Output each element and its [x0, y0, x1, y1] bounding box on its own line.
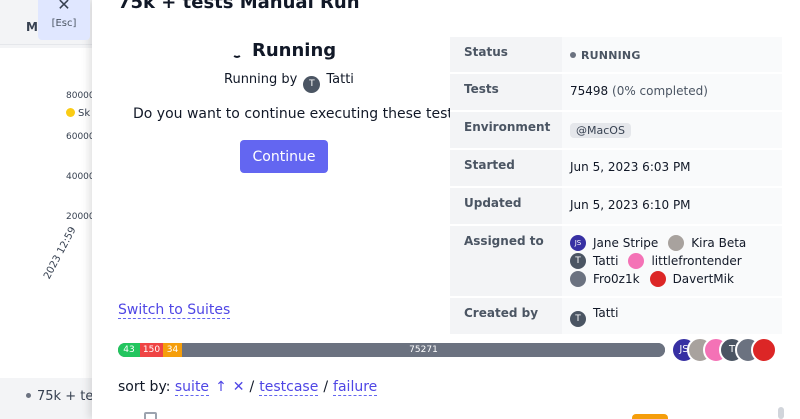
info-value: Jun 5, 2023 6:03 PM [562, 150, 782, 186]
clear-sort-icon[interactable]: ✕ [233, 379, 245, 395]
tests-count: 75498 [570, 84, 609, 98]
avatar: JS [570, 234, 586, 251]
assignee: Fro0z1k [570, 270, 640, 287]
sort-testcase-link[interactable]: testcase [259, 379, 319, 396]
spinner-icon [232, 48, 242, 58]
status-heading-label: Running [252, 40, 337, 61]
bullet-icon [26, 393, 31, 398]
info-value: T Tatti [562, 298, 782, 334]
background-chart: Sk 80000 60000 40000 20000 [0, 48, 95, 378]
created-by-user: Tatti [593, 306, 619, 320]
avatar: T [570, 311, 586, 327]
avatar [668, 234, 685, 251]
separator: / [249, 379, 255, 395]
info-row-status: Status RUNNING [450, 37, 782, 74]
clipboard-icon [144, 412, 157, 419]
scrollbar[interactable] [778, 407, 784, 419]
info-label: Created by [450, 298, 562, 334]
tests-percent: (0% completed) [612, 84, 708, 98]
sort-ascending-icon[interactable]: ↑ [215, 379, 227, 395]
info-value: 75498 (0% completed) [562, 74, 782, 110]
switch-to-suites-link[interactable]: Switch to Suites [118, 302, 231, 319]
background-page: Manual Sk 80000 60000 40000 20000 2023 1… [0, 0, 95, 419]
avatar: T [303, 76, 321, 93]
info-row-created: Created by T Tatti [450, 298, 782, 336]
separator: / [323, 379, 329, 395]
avatar [751, 337, 777, 363]
assignee: JS Jane Stripe [570, 234, 658, 251]
assignee-name: DavertMik [672, 271, 734, 286]
info-value: RUNNING [562, 37, 782, 72]
assignee-avatar-stack[interactable]: JS T [671, 337, 781, 363]
continue-question: Do you want to continue executing these … [133, 106, 468, 122]
test-progress-bar: 43 150 34 75271 [118, 343, 665, 357]
legend-dot-icon [66, 108, 75, 117]
info-label: Environment [450, 112, 562, 148]
info-label: Updated [450, 188, 562, 224]
assignee: littlefrontender [628, 252, 742, 269]
sort-suite-link[interactable]: suite [174, 379, 210, 396]
test-list-item[interactable] [144, 412, 549, 419]
avatar [570, 270, 586, 287]
assignee-name: Fro0z1k [593, 271, 640, 286]
esc-hint: [Esc] [51, 18, 77, 29]
skipped-segment[interactable]: 34 [163, 343, 182, 357]
status-chip [632, 414, 668, 419]
background-divider [0, 44, 95, 45]
avatar [628, 252, 645, 269]
run-modal: 75k + tests Manual Run Running Running b… [92, 0, 800, 419]
background-legend: Sk [66, 108, 90, 119]
status-badge: RUNNING [581, 49, 641, 62]
sort-failure-link[interactable]: failure [333, 379, 378, 396]
legend-label: Sk [78, 108, 91, 119]
info-label: Assigned to [450, 226, 562, 296]
y-tick: 20000 [66, 212, 95, 222]
running-by: Running by T Tatti [224, 72, 354, 93]
info-label: Tests [450, 74, 562, 110]
running-by-user: Tatti [326, 72, 354, 87]
running-by-label: Running by [224, 72, 298, 87]
info-label: Status [450, 37, 562, 72]
info-value: JS Jane Stripe Kira Beta T Tatti littlefro… [562, 226, 782, 296]
info-row-tests: Tests 75498 (0% completed) [450, 74, 782, 112]
avatar [649, 270, 666, 287]
continue-button[interactable]: Continue [240, 140, 328, 173]
status-heading: Running [232, 40, 336, 61]
sort-controls: sort by: suite ↑ ✕ / testcase / failure [118, 379, 378, 396]
failed-segment[interactable]: 150 [140, 343, 163, 357]
info-label: Started [450, 150, 562, 186]
pending-segment[interactable]: 75271 [182, 343, 665, 357]
sort-label: sort by: [118, 379, 171, 395]
environment-tag[interactable]: @MacOS [570, 123, 631, 138]
close-icon: ✕ [57, 0, 71, 14]
background-run-item[interactable]: 75k + tests [26, 389, 95, 404]
assignee-name: Tatti [593, 253, 619, 268]
close-button[interactable]: ✕ [Esc] [38, 0, 90, 40]
info-row-updated: Updated Jun 5, 2023 6:10 PM [450, 188, 782, 226]
passed-segment[interactable]: 43 [118, 343, 140, 357]
info-row-assigned: Assigned to JS Jane Stripe Kira Beta T Tat… [450, 226, 782, 298]
info-value: Jun 5, 2023 6:10 PM [562, 188, 782, 224]
info-value: @MacOS [562, 112, 782, 148]
y-tick: 80000 [66, 91, 95, 101]
assignee: Kira Beta [668, 234, 746, 251]
y-tick: 40000 [66, 172, 95, 182]
avatar: T [570, 252, 586, 269]
info-row-environment: Environment @MacOS [450, 112, 782, 150]
run-info-table: Status RUNNING Tests 75498 (0% completed… [450, 37, 782, 336]
y-tick: 60000 [66, 132, 95, 142]
info-row-started: Started Jun 5, 2023 6:03 PM [450, 150, 782, 188]
run-item-label: 75k + tests [37, 389, 95, 404]
assignee: DavertMik [649, 270, 734, 287]
status-dot-icon [570, 52, 576, 58]
assignee-name: Kira Beta [691, 235, 747, 250]
assignee-name: Jane Stripe [593, 235, 659, 250]
assignee-name: littlefrontender [651, 253, 742, 268]
assignee-list: JS Jane Stripe Kira Beta T Tatti littlefro… [570, 234, 770, 288]
assignee: T Tatti [570, 252, 618, 269]
modal-title: 75k + tests Manual Run [118, 0, 360, 13]
app-root: Manual Sk 80000 60000 40000 20000 2023 1… [0, 0, 800, 419]
